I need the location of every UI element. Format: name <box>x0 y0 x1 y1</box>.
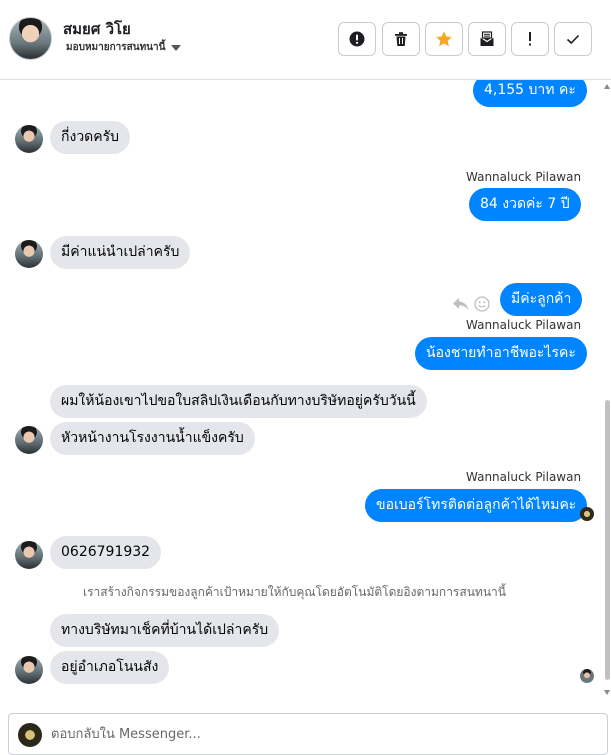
react-emoji-icon[interactable] <box>474 296 490 312</box>
message-composer[interactable] <box>8 713 608 755</box>
contact-name[interactable]: สมยศ วิโย <box>63 17 131 41</box>
star-icon <box>436 31 452 47</box>
scrollbar-thumb[interactable] <box>605 400 610 680</box>
contact-avatar-small <box>15 541 43 569</box>
contact-avatar[interactable] <box>9 17 52 60</box>
incoming-message[interactable]: ทางบริษัทมาเช็คที่บ้านได้เปล่าครับ <box>50 614 280 647</box>
incoming-message[interactable]: หัวหน้างานโรงงานน้ำแข็งครับ <box>50 422 255 455</box>
follow-up-button[interactable] <box>511 22 549 56</box>
scroll-down-arrow-icon[interactable] <box>604 690 610 695</box>
system-notice: เราสร้างกิจกรรมของลูกค้าเป้าหมายให้กับคุ… <box>83 585 506 599</box>
delete-button[interactable] <box>382 22 420 56</box>
scroll-up-arrow-icon[interactable] <box>604 84 610 89</box>
reply-icon[interactable] <box>452 296 470 312</box>
exclamation-icon <box>529 32 531 46</box>
contact-avatar-small <box>15 426 43 454</box>
sender-name: Wannaluck Pilawan <box>466 318 582 332</box>
incoming-message[interactable]: 0626791932 <box>50 536 162 569</box>
star-button[interactable] <box>425 22 463 56</box>
sender-name: Wannaluck Pilawan <box>466 170 582 184</box>
trash-icon <box>395 32 407 46</box>
assign-conversation-dropdown[interactable]: มอบหมายการสนทนานี้ <box>66 40 182 55</box>
contact-seen-indicator-icon <box>580 669 594 683</box>
alert-circle-icon <box>349 31 365 47</box>
done-button[interactable] <box>554 22 592 56</box>
incoming-message[interactable]: ผมให้น้องเขาไปขอใบสลิปเงินเดือนกับทางบริ… <box>50 385 427 418</box>
outgoing-message[interactable]: มีค่ะลูกค้า <box>500 283 583 316</box>
assign-label: มอบหมายการสนทนานี้ <box>66 42 166 53</box>
incoming-message[interactable]: อยู่อำเภอโนนสัง <box>50 651 170 684</box>
contact-avatar-small <box>15 656 43 684</box>
mark-unread-button[interactable] <box>468 22 506 56</box>
seen-indicator-icon <box>580 507 594 521</box>
mail-archive-icon <box>480 31 494 46</box>
incoming-message[interactable]: กี่งวดครับ <box>50 121 131 154</box>
outgoing-message[interactable]: น้องชายทำอาชีพอะไรคะ <box>415 337 587 370</box>
checkmark-icon <box>566 34 580 45</box>
caret-down-icon <box>171 44 182 51</box>
outgoing-message[interactable]: 4,155 บาท คะ <box>473 80 587 107</box>
incoming-message[interactable]: มีค่าแน่นำเปล่าครับ <box>50 236 191 269</box>
contact-avatar-small <box>15 125 43 153</box>
outgoing-message[interactable]: ขอเบอร์โทรติดต่อลูกค้าได้ไหมคะ <box>365 489 588 522</box>
page-avatar-icon <box>18 723 42 747</box>
reply-input[interactable] <box>51 722 591 746</box>
sender-name: Wannaluck Pilawan <box>466 470 582 484</box>
mark-spam-button[interactable] <box>338 22 376 56</box>
contact-avatar-small <box>15 240 43 268</box>
message-thread[interactable]: 4,155 บาท คะ กี่งวดครับ Wannaluck Pilawa… <box>0 80 611 705</box>
conversation-header: สมยศ วิโย มอบหมายการสนทนานี้ <box>0 0 611 80</box>
outgoing-message[interactable]: 84 งวดค่ะ 7 ปี <box>469 188 581 221</box>
